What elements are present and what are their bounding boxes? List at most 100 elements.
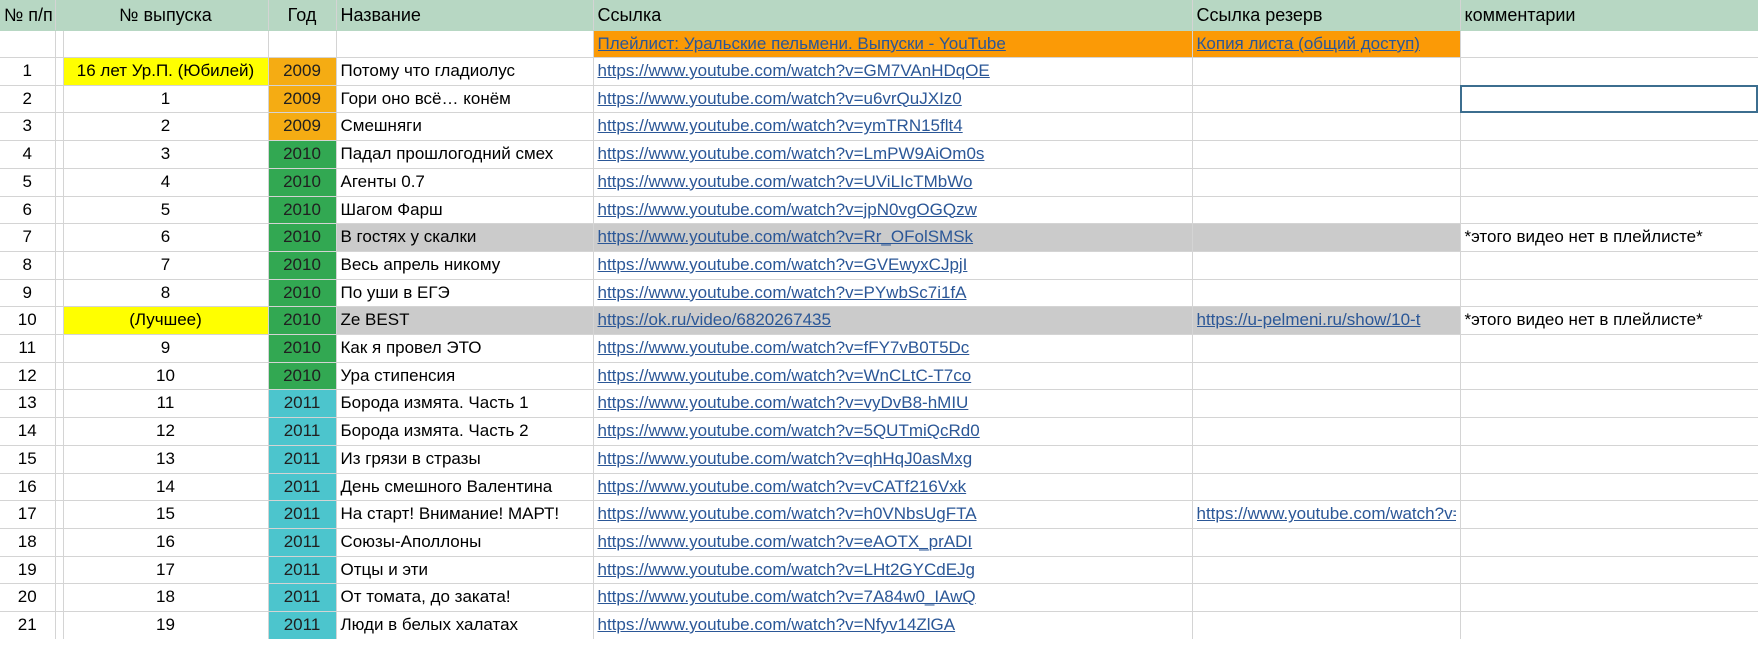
comment-cell[interactable] [1460,30,1758,58]
year-cell[interactable]: 2011 [268,556,337,585]
comment-cell[interactable] [1460,556,1758,585]
release-number-cell[interactable]: 14 [63,473,269,502]
column-header-comments[interactable]: комментарии [1460,0,1758,31]
backup-link-cell[interactable] [1192,112,1461,142]
year-cell[interactable]: 2010 [268,140,337,169]
episode-title-cell[interactable]: В гостях у скалки [336,223,594,252]
video-link[interactable]: https://www.youtube.com/watch?v=eAOTX_pr… [598,532,973,551]
year-cell[interactable]: 2010 [268,306,337,336]
backup-link-cell[interactable] [1192,279,1461,308]
episode-title-cell[interactable]: Борода измята. Часть 2 [336,417,594,446]
comment-cell[interactable] [1460,528,1758,557]
comment-cell[interactable] [1460,389,1758,419]
row-index-cell[interactable]: 7 [0,223,56,252]
episode-title-cell[interactable]: Падал прошлогодний смех [336,140,594,169]
backup-link-cell[interactable]: https://u-pelmeni.ru/show/10-t [1192,306,1461,336]
row-index-cell[interactable]: 21 [0,611,56,639]
video-link[interactable]: https://www.youtube.com/watch?v=ymTRN15f… [598,116,963,135]
comment-cell[interactable] [1460,473,1758,502]
video-link-cell[interactable]: https://www.youtube.com/watch?v=7A84w0_I… [593,583,1193,613]
comment-cell[interactable]: *этого видео нет в плейлисте* [1460,223,1758,252]
backup-link-cell[interactable] [1192,473,1461,502]
backup-link-cell[interactable] [1192,611,1461,639]
backup-link-cell[interactable] [1192,389,1461,419]
copy-link-cell[interactable]: Копия листа (общий доступ) [1192,30,1461,58]
backup-link-cell[interactable] [1192,140,1461,169]
video-link[interactable]: https://ok.ru/video/6820267435 [598,310,831,329]
video-link[interactable]: https://www.youtube.com/watch?v=vCATf216… [598,477,967,496]
year-cell[interactable]: 2011 [268,611,337,639]
year-cell[interactable]: 2011 [268,473,337,502]
video-link-cell[interactable]: https://www.youtube.com/watch?v=LmPW9AiO… [593,140,1193,169]
video-link[interactable]: https://www.youtube.com/watch?v=vyDvB8-h… [598,393,969,412]
video-link-cell[interactable]: https://ok.ru/video/6820267435 [593,306,1193,336]
video-link-cell[interactable]: https://www.youtube.com/watch?v=GVEwyxCJ… [593,251,1193,280]
video-link-cell[interactable]: https://www.youtube.com/watch?v=GM7VAnHD… [593,57,1193,86]
comment-cell[interactable] [1460,279,1758,308]
row-index-cell[interactable]: 16 [0,473,56,502]
column-header-link[interactable]: Ссылка [593,0,1193,31]
column-header-year[interactable]: Год [268,0,337,31]
row-index-cell[interactable]: 12 [0,362,56,391]
comment-cell[interactable] [1460,334,1758,363]
year-cell[interactable] [268,30,337,58]
comment-cell[interactable] [1460,57,1758,86]
video-link-cell[interactable]: https://www.youtube.com/watch?v=u6vrQuJX… [593,85,1193,114]
backup-link-cell[interactable] [1192,556,1461,585]
row-index-cell[interactable]: 9 [0,279,56,308]
release-number-cell[interactable]: 18 [63,583,269,613]
video-link-cell[interactable]: https://www.youtube.com/watch?v=5QUTmiQc… [593,417,1193,446]
video-link-cell[interactable]: https://www.youtube.com/watch?v=Rr_OFolS… [593,223,1193,252]
backup-link-cell[interactable] [1192,417,1461,446]
video-link[interactable]: https://www.youtube.com/watch?v=5QUTmiQc… [598,421,980,440]
backup-link-cell[interactable] [1192,334,1461,363]
release-number-cell[interactable]: 12 [63,417,269,446]
video-link-cell[interactable]: https://www.youtube.com/watch?v=PYwbSc7i… [593,279,1193,308]
column-header-release[interactable]: № выпуска [63,0,269,31]
row-index-cell[interactable]: 3 [0,112,56,142]
year-cell[interactable]: 2009 [268,112,337,142]
release-number-cell[interactable]: (Лучшее) [63,306,269,336]
video-link-cell[interactable]: https://www.youtube.com/watch?v=qhHqJ0as… [593,445,1193,474]
year-cell[interactable]: 2010 [268,223,337,252]
comment-cell[interactable] [1460,611,1758,639]
year-cell[interactable]: 2010 [268,251,337,280]
release-number-cell[interactable]: 5 [63,196,269,225]
episode-title-cell[interactable]: Гори оно всё… конём [336,85,594,114]
column-header-title[interactable]: Название [336,0,594,31]
backup-link-cell[interactable] [1192,583,1461,613]
comment-cell[interactable]: *этого видео нет в плейлисте* [1460,306,1758,336]
row-index-cell[interactable]: 18 [0,528,56,557]
video-link[interactable]: https://www.youtube.com/watch?v=GVEwyxCJ… [598,255,968,274]
video-link[interactable]: https://www.youtube.com/watch?v=LHt2GYCd… [598,560,976,579]
release-number-cell[interactable]: 10 [63,362,269,391]
episode-title-cell[interactable]: День смешного Валентина [336,473,594,502]
title-cell[interactable] [336,30,594,58]
row-index-cell[interactable]: 11 [0,334,56,363]
video-link[interactable]: https://www.youtube.com/watch?v=Rr_OFolS… [598,227,974,246]
comment-cell[interactable] [1460,500,1758,529]
video-link[interactable]: https://www.youtube.com/watch?v=h0VNbsUg… [598,504,977,523]
release-number-cell[interactable]: 7 [63,251,269,280]
row-index-cell[interactable]: 14 [0,417,56,446]
episode-title-cell[interactable]: Отцы и эти [336,556,594,585]
release-number-cell[interactable]: 1 [63,85,269,114]
release-number-cell[interactable]: 9 [63,334,269,363]
column-header-backup-link[interactable]: Ссылка резерв [1192,0,1461,31]
backup-link-cell[interactable] [1192,196,1461,225]
playlist-link-cell[interactable]: Плейлист: Уральские пельмени. Выпуски - … [593,30,1193,58]
row-index-cell[interactable]: 2 [0,85,56,114]
video-link-cell[interactable]: https://www.youtube.com/watch?v=fFY7vB0T… [593,334,1193,363]
video-link-cell[interactable]: https://www.youtube.com/watch?v=h0VNbsUg… [593,500,1193,529]
year-cell[interactable]: 2011 [268,528,337,557]
year-cell[interactable]: 2010 [268,279,337,308]
comment-cell[interactable] [1460,583,1758,613]
video-link[interactable]: https://www.youtube.com/watch?v=jpN0vgOG… [598,200,977,219]
year-cell[interactable]: 2011 [268,389,337,419]
video-link-cell[interactable]: https://www.youtube.com/watch?v=WnCLtC-T… [593,362,1193,391]
episode-title-cell[interactable]: От томата, до заката! [336,583,594,613]
year-cell[interactable]: 2009 [268,85,337,114]
release-number-cell[interactable]: 19 [63,611,269,639]
episode-title-cell[interactable]: Люди в белых халатах [336,611,594,639]
episode-title-cell[interactable]: Ze BEST [336,306,594,336]
